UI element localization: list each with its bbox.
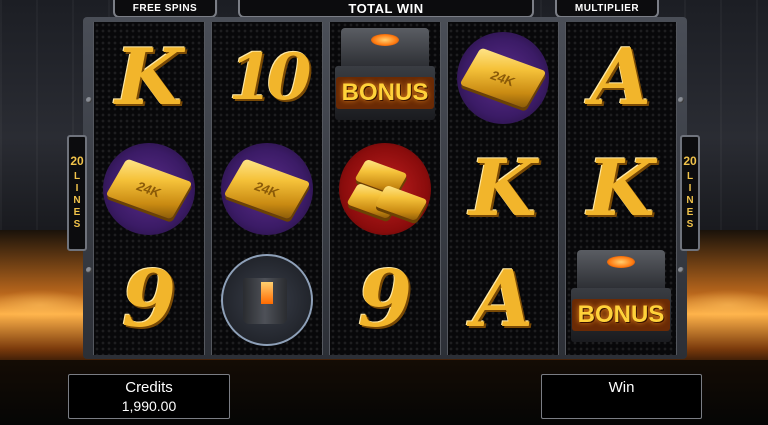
symbol-gold-bar: 24K [94, 133, 204, 244]
win-panel: Win [541, 374, 702, 419]
paylines-count: 20 [683, 154, 697, 168]
reel-3: BONUS 9 [329, 22, 441, 355]
paylines-count: 20 [70, 154, 84, 168]
free-spins-label: FREE SPINS [113, 0, 217, 18]
gold-bars-stack-icon [339, 142, 431, 235]
symbol-a: A [448, 244, 558, 355]
symbol-9: 9 [94, 244, 204, 355]
symbol-a: A [566, 22, 676, 133]
bonus-text: BONUS [571, 298, 671, 331]
symbol-gold-bars-stack [330, 133, 440, 244]
credits-value: 1,990.00 [121, 398, 177, 414]
letter-a-symbol: A [590, 31, 652, 123]
bonus-icon: BONUS [335, 27, 435, 128]
symbol-k: K [448, 133, 558, 244]
paylines-word: L I N E S [73, 171, 81, 230]
symbol-10: 10 [212, 22, 322, 133]
symbol-molten-bucket [212, 244, 322, 355]
credits-panel: Credits 1,990.00 [68, 374, 230, 419]
letter-a-symbol: A [472, 253, 534, 345]
symbol-bonus: BONUS [330, 22, 440, 133]
multiplier-label: MULTIPLIER [555, 0, 659, 18]
symbol-bonus: BONUS [566, 244, 676, 355]
total-win-label: TOTAL WIN [238, 0, 534, 18]
letter-k-symbol: K [115, 31, 183, 123]
bonus-icon: BONUS [571, 249, 671, 350]
reel-2: 10 24K [211, 22, 323, 355]
gold-bar-icon: 24K [103, 142, 195, 235]
reel-1: K 24K 9 [93, 22, 205, 355]
symbol-gold-bar: 24K [448, 22, 558, 133]
letter-k-symbol: K [587, 142, 655, 234]
reel-5: A K BONUS [565, 22, 677, 355]
symbol-k: K [566, 133, 676, 244]
reel-4: 24K K A [447, 22, 559, 355]
symbol-9: 9 [330, 244, 440, 355]
letter-k-symbol: K [469, 142, 537, 234]
bonus-text: BONUS [335, 76, 435, 109]
letter-10-symbol: 10 [228, 39, 311, 115]
paylines-badge-left[interactable]: 20 L I N E S [67, 135, 87, 251]
credits-label: Credits [125, 379, 173, 396]
symbol-k: K [94, 22, 204, 133]
gold-bar-icon: 24K [457, 31, 549, 124]
symbol-gold-bar: 24K [212, 133, 322, 244]
paylines-word: L I N E S [686, 171, 694, 230]
gold-bar-icon: 24K [221, 142, 313, 235]
paylines-badge-right[interactable]: 20 L I N E S [680, 135, 700, 251]
letter-9-symbol: 9 [121, 253, 177, 345]
letter-9-symbol: 9 [357, 253, 413, 345]
molten-bucket-icon [221, 253, 313, 346]
win-label: Win [608, 379, 635, 396]
